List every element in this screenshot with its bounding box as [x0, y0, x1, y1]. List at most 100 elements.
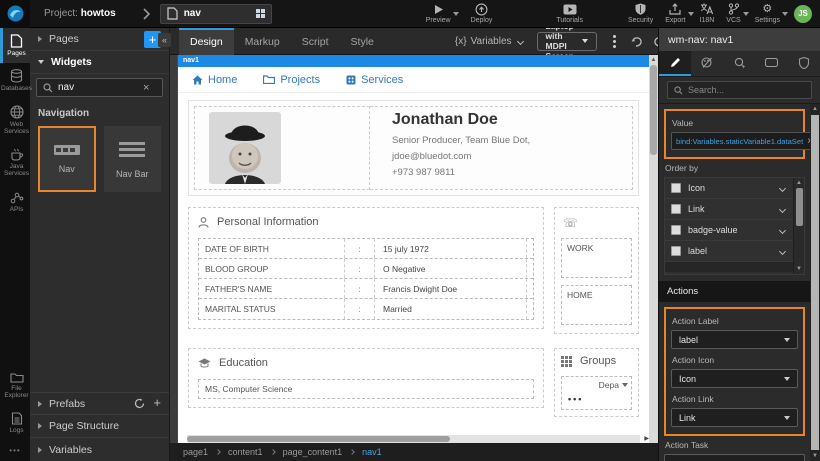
table-row[interactable]: BLOOD GROUP : O Negative: [199, 259, 533, 279]
rail-more-button[interactable]: •••: [0, 440, 30, 461]
pages-section-header[interactable]: Pages +: [30, 28, 169, 51]
prefabs-section-header[interactable]: Prefabs +: [30, 392, 169, 415]
order-by-item-link[interactable]: Link: [665, 199, 793, 220]
widget-tile-navbar[interactable]: Nav Bar: [104, 126, 162, 192]
sidebar-item-file-explorer[interactable]: File Explorer: [0, 366, 30, 406]
page-structure-section-header[interactable]: Page Structure: [30, 415, 169, 438]
vscroll-thumb[interactable]: [650, 65, 657, 155]
education-section[interactable]: Education MS, Computer Science: [188, 348, 544, 408]
properties-search-box[interactable]: [667, 81, 812, 99]
scroll-up-arrow-icon[interactable]: ▲: [812, 104, 818, 114]
add-prefab-button[interactable]: +: [153, 398, 161, 409]
sidebar-item-databases[interactable]: Databases: [0, 63, 30, 98]
order-by-item-badge-value[interactable]: badge-value: [665, 220, 793, 241]
tab-script[interactable]: Script: [291, 28, 340, 55]
collapse-left-panel-button[interactable]: «: [158, 33, 171, 47]
hscroll-thumb[interactable]: [187, 436, 450, 442]
clear-search-icon[interactable]: ×: [143, 82, 149, 94]
wavemaker-logo[interactable]: [0, 0, 30, 28]
tab-security[interactable]: [788, 51, 820, 76]
table-row[interactable]: MARITAL STATUS : Married: [199, 299, 533, 319]
profile-info-cell[interactable]: Jonathan Doe Senior Producer, Team Blue …: [370, 106, 633, 190]
breadcrumb-item[interactable]: page_content1: [283, 447, 343, 457]
table-row[interactable]: FATHER'S NAME : Francis Dwight Doe: [199, 279, 533, 299]
widgets-section-header[interactable]: Widgets: [30, 51, 169, 74]
scroll-down-arrow-icon[interactable]: ▼: [796, 264, 802, 274]
selected-widget-tag[interactable]: nav1: [178, 55, 649, 67]
scroll-thumb[interactable]: [796, 188, 803, 226]
tutorials-button[interactable]: Tutorials: [550, 0, 589, 28]
checkbox[interactable]: [671, 204, 681, 214]
chevron-down-icon[interactable]: [779, 205, 786, 212]
widget-search-input[interactable]: [58, 82, 138, 93]
more-options-kebab-icon[interactable]: [609, 35, 620, 48]
sidebar-item-pages[interactable]: Pages: [0, 28, 30, 63]
breadcrumb-item-current[interactable]: nav1: [362, 447, 382, 457]
scroll-up-arrow-icon[interactable]: ▲: [796, 178, 802, 188]
education-row[interactable]: MS, Computer Science: [198, 379, 534, 399]
sidebar-item-logs[interactable]: Logs: [0, 406, 30, 440]
preview-caret-icon[interactable]: [453, 12, 459, 16]
scroll-thumb[interactable]: [811, 115, 819, 450]
chevron-down-icon[interactable]: [779, 247, 786, 254]
properties-search-input[interactable]: [688, 85, 788, 95]
chevron-down-icon[interactable]: [779, 226, 786, 233]
security-button[interactable]: Security: [622, 0, 659, 28]
undo-button[interactable]: [630, 36, 643, 47]
canvas-horizontal-scrollbar[interactable]: ▶: [187, 435, 640, 443]
settings-caret-icon[interactable]: [782, 12, 788, 16]
breadcrumb-item[interactable]: content1: [228, 447, 263, 457]
action-label-select[interactable]: label: [671, 330, 798, 349]
contact-section[interactable]: ☏ WORK HOME: [554, 207, 639, 334]
contact-row-home[interactable]: HOME: [561, 285, 632, 325]
group-department-dropdown[interactable]: Depa: [599, 380, 628, 390]
value-binding-field[interactable]: bind:Variables.staticVariable1.dataSet ×: [671, 132, 810, 150]
widget-search-box[interactable]: ×: [36, 78, 163, 97]
pages-grid-icon[interactable]: [256, 9, 265, 18]
checkbox[interactable]: [671, 246, 681, 256]
chevron-down-icon[interactable]: [779, 184, 786, 191]
refresh-icon[interactable]: [134, 398, 145, 409]
nav-item-home[interactable]: Home: [192, 74, 237, 86]
properties-panel-scrollbar[interactable]: ▲ ▼: [810, 104, 820, 461]
sidebar-item-apis[interactable]: APIs: [0, 184, 30, 219]
tab-properties[interactable]: [659, 51, 691, 76]
scroll-down-arrow-icon[interactable]: ▼: [812, 451, 818, 461]
user-avatar[interactable]: JS: [794, 5, 812, 23]
sidebar-item-java-services[interactable]: Java Services: [0, 142, 30, 184]
tab-styles[interactable]: [691, 51, 723, 76]
profile-card[interactable]: Jonathan Doe Senior Producer, Team Blue …: [188, 100, 639, 196]
page-selector[interactable]: nav: [160, 4, 272, 24]
order-by-item-label[interactable]: label: [665, 241, 793, 262]
canvas-vertical-scrollbar[interactable]: ▲: [649, 55, 658, 443]
nav-item-projects[interactable]: Projects: [263, 74, 320, 86]
variables-section-header[interactable]: Variables: [30, 438, 169, 461]
order-by-item-icon[interactable]: Icon: [665, 178, 793, 199]
checkbox[interactable]: [671, 183, 681, 193]
action-icon-select[interactable]: Icon: [671, 369, 798, 388]
settings-button[interactable]: ⚙ Settings: [749, 0, 786, 28]
tab-events[interactable]: [723, 51, 755, 76]
widget-tile-nav[interactable]: Nav: [38, 126, 96, 192]
tab-markup[interactable]: Markup: [234, 28, 291, 55]
action-link-select[interactable]: Link: [671, 408, 798, 427]
order-by-scrollbar[interactable]: ▲ ▼: [793, 178, 804, 274]
scroll-up-arrow-icon[interactable]: ▲: [651, 55, 657, 63]
breadcrumb-item[interactable]: page1: [183, 447, 208, 457]
i18n-button[interactable]: I18N: [694, 0, 721, 28]
profile-photo-cell[interactable]: [194, 106, 370, 190]
tab-style[interactable]: Style: [340, 28, 385, 55]
tab-design[interactable]: Design: [179, 28, 234, 55]
variables-button[interactable]: {x} Variables: [455, 36, 527, 47]
preview-button[interactable]: Preview: [420, 0, 457, 28]
tab-device[interactable]: [756, 51, 788, 76]
deploy-button[interactable]: Deploy: [465, 0, 499, 28]
table-row[interactable]: DATE OF BIRTH : 15 july 1972: [199, 239, 533, 259]
device-selector[interactable]: Laptop with MDPI Screen: [537, 32, 597, 51]
contact-row-work[interactable]: WORK: [561, 238, 632, 278]
nav-item-services[interactable]: Services: [346, 74, 403, 86]
personal-information-section[interactable]: Personal Information DATE OF BIRTH : 15 …: [188, 207, 544, 329]
groups-content[interactable]: ••• Depa: [561, 376, 632, 410]
checkbox[interactable]: [671, 225, 681, 235]
action-task-select[interactable]: [664, 454, 805, 461]
